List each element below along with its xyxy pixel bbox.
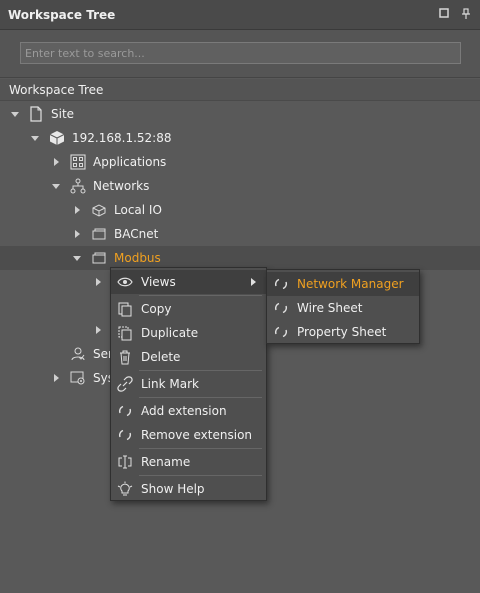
tree-item-label: 192.168.1.52:88: [72, 131, 172, 145]
file-icon: [28, 106, 44, 122]
menu-separator: [139, 448, 262, 449]
collapse-icon[interactable]: [96, 278, 101, 286]
tree-item-collapsed[interactable]: [0, 318, 110, 342]
expand-icon[interactable]: [31, 136, 39, 141]
network-icon: [70, 178, 86, 194]
tree-item-local-io[interactable]: Local IO: [0, 198, 480, 222]
view-icon: [273, 276, 289, 292]
menu-item-link-mark[interactable]: Link Mark: [111, 372, 266, 396]
system-icon: [70, 370, 86, 386]
menu-item-wire-sheet[interactable]: Wire Sheet: [267, 296, 419, 320]
menu-item-label: Views: [141, 275, 176, 289]
menu-item-label: Network Manager: [297, 277, 404, 291]
tree-item-label: BACnet: [114, 227, 159, 241]
submenu-arrow-icon: [251, 278, 256, 286]
menu-item-property-sheet[interactable]: Property Sheet: [267, 320, 419, 344]
menu-separator: [139, 475, 262, 476]
tree-header-label: Workspace Tree: [9, 83, 104, 97]
menu-item-label: Copy: [141, 302, 172, 316]
tree-item-label: Site: [51, 107, 75, 121]
rename-icon: [117, 454, 133, 470]
menu-item-show-help[interactable]: Show Help: [111, 477, 266, 501]
menu-separator: [139, 370, 262, 371]
link-icon: [117, 376, 133, 392]
cube-icon: [49, 130, 65, 146]
tree-item-modbus-child[interactable]: [0, 270, 110, 294]
menu-item-remove-extension[interactable]: Remove extension: [111, 423, 266, 447]
collapse-icon[interactable]: [54, 158, 59, 166]
extension-icon: [117, 403, 133, 419]
io-icon: [91, 202, 107, 218]
panel-title: Workspace Tree: [8, 8, 116, 22]
tree-item-label: Networks: [93, 179, 150, 193]
search-input[interactable]: [20, 42, 461, 64]
tree-header: Workspace Tree: [0, 79, 480, 101]
menu-item-label: Rename: [141, 455, 191, 469]
applications-icon: [70, 154, 86, 170]
expand-icon[interactable]: [73, 256, 81, 261]
menu-item-label: Duplicate: [141, 326, 199, 340]
collapse-icon[interactable]: [75, 206, 80, 214]
lightbulb-icon: [117, 481, 133, 497]
eye-icon: [117, 274, 133, 290]
network-folder-icon: [91, 226, 107, 242]
menu-item-add-extension[interactable]: Add extension: [111, 399, 266, 423]
panel-header: Workspace Tree: [0, 0, 480, 30]
menu-item-label: Add extension: [141, 404, 227, 418]
tree-item-site[interactable]: Site: [0, 102, 480, 126]
menu-item-label: Wire Sheet: [297, 301, 363, 315]
expand-icon[interactable]: [11, 112, 19, 117]
tree-item-label: Local IO: [114, 203, 162, 217]
collapse-icon[interactable]: [96, 326, 101, 334]
services-icon: [70, 346, 86, 362]
menu-item-network-manager[interactable]: Network Manager: [267, 272, 419, 296]
view-icon: [273, 324, 289, 340]
menu-item-duplicate[interactable]: Duplicate: [111, 321, 266, 345]
view-icon: [273, 300, 289, 316]
trash-icon: [117, 349, 133, 365]
tree-item-networks[interactable]: Networks: [0, 174, 480, 198]
menu-item-rename[interactable]: Rename: [111, 450, 266, 474]
menu-item-label: Remove extension: [141, 428, 253, 442]
expand-icon[interactable]: [52, 184, 60, 189]
tree-item-bacnet[interactable]: BACnet: [0, 222, 480, 246]
tree-item-station[interactable]: 192.168.1.52:88: [0, 126, 480, 150]
search-area: [0, 30, 480, 78]
extension-icon: [117, 427, 133, 443]
collapse-icon[interactable]: [75, 230, 80, 238]
collapse-icon[interactable]: [54, 374, 59, 382]
menu-item-label: Show Help: [141, 482, 205, 496]
maximize-icon[interactable]: [438, 8, 450, 20]
views-submenu: Network Manager Wire Sheet Property Shee…: [266, 269, 420, 344]
menu-item-delete[interactable]: Delete: [111, 345, 266, 369]
menu-separator: [139, 295, 262, 296]
menu-item-views[interactable]: Views: [111, 270, 266, 294]
copy-icon: [117, 301, 133, 317]
menu-item-label: Link Mark: [141, 377, 199, 391]
menu-item-label: Delete: [141, 350, 181, 364]
network-folder-icon: [91, 250, 107, 266]
tree-item-label: Applications: [93, 155, 167, 169]
tree-item-applications[interactable]: Applications: [0, 150, 480, 174]
menu-separator: [139, 397, 262, 398]
tree-item-label: Modbus: [114, 251, 161, 265]
duplicate-icon: [117, 325, 133, 341]
context-menu: Views Copy Duplicate Delete Link Mark Ad…: [110, 267, 267, 501]
menu-item-label: Property Sheet: [297, 325, 387, 339]
pin-icon[interactable]: [460, 8, 472, 20]
menu-item-copy[interactable]: Copy: [111, 297, 266, 321]
